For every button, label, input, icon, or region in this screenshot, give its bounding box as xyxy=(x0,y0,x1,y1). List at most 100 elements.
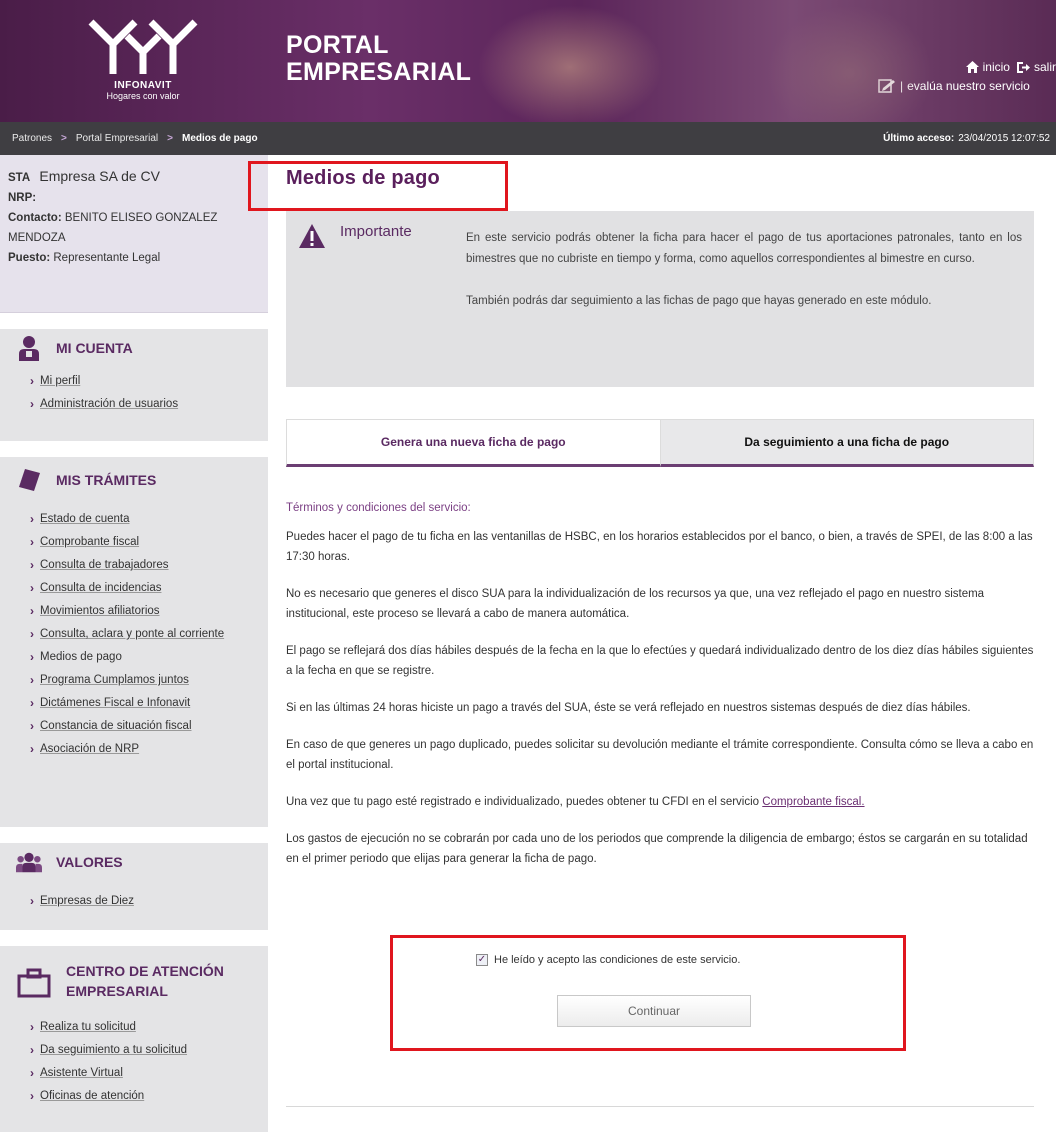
sidebar-item-mi-perfil[interactable]: › Mi perfil xyxy=(30,373,268,389)
breadcrumb-item-portal[interactable]: Portal Empresarial xyxy=(76,133,158,144)
sidebar-item-administracion-usuarios[interactable]: › Administración de usuarios xyxy=(30,396,268,412)
sidebar: STA Empresa SA de CV NRP: Contacto: BENI… xyxy=(0,155,268,1132)
sidebar-item-label: Realiza tu solicitud xyxy=(40,1021,136,1033)
terms-paragraph-cfdi: Una vez que tu pago esté registrado e in… xyxy=(286,792,1038,812)
evaluate-service-link[interactable]: | evalúa nuestro servicio xyxy=(878,79,1030,93)
sidebar-item-cumplamos-juntos[interactable]: › Programa Cumplamos juntos xyxy=(30,672,268,688)
sidebar-item-label: Estado de cuenta xyxy=(40,513,130,525)
cfdi-text: Una vez que tu pago esté registrado e in… xyxy=(286,796,760,808)
infonavit-logo[interactable]: INFONAVIT Hogares con valor xyxy=(68,14,218,114)
sidebar-item-empresas-de-diez[interactable]: › Empresas de Diez xyxy=(30,893,268,909)
sidebar-section-title: MI CUENTA xyxy=(0,335,268,361)
breadcrumb-item-current: Medios de pago xyxy=(181,133,258,144)
accept-terms-label[interactable]: He leído y acepto las condiciones de est… xyxy=(494,954,740,966)
home-link-label: inicio xyxy=(982,60,1010,74)
sidebar-item-label: Programa Cumplamos juntos xyxy=(40,674,189,686)
sidebar-item-label: Empresas de Diez xyxy=(40,895,134,907)
terms-text: Puedes hacer el pago de tu ficha en las … xyxy=(286,527,1038,886)
sidebar-item-consulta-trabajadores[interactable]: › Consulta de trabajadores xyxy=(30,557,268,573)
chevron-right-icon: › xyxy=(30,535,34,549)
comprobante-fiscal-link[interactable]: Comprobante fiscal. xyxy=(762,796,864,808)
notice-paragraph: En este servicio podrás obtener la ficha… xyxy=(466,232,1022,265)
sidebar-section-mi-cuenta: MI CUENTA › Mi perfil › Administración de … xyxy=(0,335,268,419)
notice-paragraph: También podrás dar seguimiento a las fic… xyxy=(466,295,932,307)
contact-label: Contacto: xyxy=(8,212,62,224)
chevron-right-icon: › xyxy=(30,581,34,595)
chevron-right-icon: › xyxy=(30,374,34,388)
position-label: Puesto: xyxy=(8,252,51,264)
terms-paragraph: El pago se reflejará dos días hábiles de… xyxy=(286,645,1034,677)
logout-link[interactable]: salir xyxy=(1016,60,1056,74)
sidebar-section-label: VALORES xyxy=(56,854,123,870)
chevron-right-icon: › xyxy=(30,558,34,572)
accept-highlight-box xyxy=(390,935,906,1051)
chevron-right-icon: › xyxy=(30,1066,34,1080)
chevron-right-icon: › xyxy=(30,1043,34,1057)
sidebar-item-consulta-incidencias[interactable]: › Consulta de incidencias xyxy=(30,580,268,596)
sidebar-item-movimientos-afiliatorios[interactable]: › Movimientos afiliatorios xyxy=(30,603,268,619)
chevron-right-icon: › xyxy=(30,673,34,687)
last-access-label: Último acceso: xyxy=(883,133,955,144)
site-header: INFONAVIT Hogares con valor PORTAL EMPRE… xyxy=(0,0,1056,122)
continue-button[interactable]: Continuar xyxy=(557,995,751,1027)
sidebar-section-title: MIS TRÁMITES xyxy=(0,467,268,493)
sidebar-item-asistente-virtual[interactable]: › Asistente Virtual xyxy=(30,1065,268,1081)
briefcase-icon xyxy=(16,965,52,1001)
sidebar-section-centro-atencion: CENTRO DE ATENCIÓN EMPRESARIAL › Realiza … xyxy=(0,961,268,1111)
sidebar-item-seguimiento-solicitud[interactable]: › Da seguimiento a tu solicitud xyxy=(30,1042,268,1058)
sidebar-item-oficinas-atencion[interactable]: › Oficinas de atención xyxy=(30,1088,268,1104)
sidebar-item-label: Dictámenes Fiscal e Infonavit xyxy=(40,697,191,709)
company-name: Empresa SA de CV xyxy=(39,168,160,184)
sidebar-section-label: MIS TRÁMITES xyxy=(56,472,157,488)
chevron-right-icon: › xyxy=(30,604,34,618)
sidebar-item-realiza-solicitud[interactable]: › Realiza tu solicitud xyxy=(30,1019,268,1035)
sidebar-item-estado-de-cuenta[interactable]: › Estado de cuenta xyxy=(30,511,268,527)
chevron-right-icon: › xyxy=(30,742,34,756)
notice-text: En este servicio podrás obtener la ficha… xyxy=(466,228,1022,312)
sidebar-item-label: Movimientos afiliatorios xyxy=(40,605,160,617)
chevron-right-icon: › xyxy=(30,696,34,710)
evaluate-service-label: evalúa nuestro servicio xyxy=(907,79,1030,93)
sidebar-item-label: Consulta, aclara y ponte al corriente xyxy=(40,628,225,640)
sidebar-item-comprobante-fiscal[interactable]: › Comprobante fiscal xyxy=(30,534,268,550)
sidebar-divider xyxy=(0,441,268,457)
sidebar-item-label: Consulta de incidencias xyxy=(40,582,162,594)
tab-genera-ficha[interactable]: Genera una nueva ficha de pago xyxy=(286,419,661,467)
terms-paragraph: Puedes hacer el pago de tu ficha en las … xyxy=(286,531,1033,563)
important-notice: Importante En este servicio podrás obten… xyxy=(286,211,1034,387)
chevron-right-icon: › xyxy=(30,650,34,664)
evaluate-icon xyxy=(878,79,895,93)
company-prefix: STA xyxy=(8,172,31,184)
chevron-right-icon: › xyxy=(30,894,34,908)
tab-seguimiento-ficha[interactable]: Da seguimiento a una ficha de pago xyxy=(660,419,1034,467)
home-link[interactable]: inicio xyxy=(965,60,1010,74)
terms-paragraph: Si en las últimas 24 horas hiciste un pa… xyxy=(286,702,971,714)
sidebar-item-consulta-aclara[interactable]: › Consulta, aclara y ponte al corriente xyxy=(30,626,230,642)
sidebar-section-title: VALORES xyxy=(0,849,268,875)
chevron-right-icon: › xyxy=(30,397,34,411)
group-icon xyxy=(16,849,42,875)
sidebar-section-valores: VALORES › Empresas de Diez xyxy=(0,849,268,916)
chevron-right-icon: › xyxy=(30,627,34,641)
chevron-right-icon: › xyxy=(30,512,34,526)
document-icon xyxy=(16,467,42,493)
sidebar-item-label: Comprobante fiscal xyxy=(40,536,140,548)
position-value: Representante Legal xyxy=(53,252,161,264)
sidebar-divider xyxy=(0,827,268,843)
sidebar-section-title: CENTRO DE ATENCIÓN EMPRESARIAL xyxy=(0,961,268,1001)
sidebar-item-medios-de-pago[interactable]: › Medios de pago xyxy=(30,649,268,665)
sidebar-item-label: Mi perfil xyxy=(40,375,81,387)
last-access-value: 23/04/2015 12:07:52 xyxy=(958,133,1050,144)
sidebar-item-label: Medios de pago xyxy=(40,651,122,663)
sidebar-item-dictamenes[interactable]: › Dictámenes Fiscal e Infonavit xyxy=(30,695,268,711)
sidebar-item-constancia[interactable]: › Constancia de situación fiscal xyxy=(30,718,268,734)
sidebar-item-label: Administración de usuarios xyxy=(40,398,179,410)
accept-terms-checkbox[interactable]: ✓ xyxy=(476,954,488,966)
breadcrumb-item-patrones[interactable]: Patrones xyxy=(12,133,52,144)
sidebar-item-asociacion-nrp[interactable]: › Asociación de NRP xyxy=(30,741,268,757)
breadcrumb: Patrones > Portal Empresarial > Medios d… xyxy=(12,122,258,155)
sidebar-item-label: Consulta de trabajadores xyxy=(40,559,169,571)
sidebar-divider xyxy=(0,313,268,329)
infonavit-logo-mark xyxy=(88,19,198,74)
logout-icon xyxy=(1016,61,1030,73)
